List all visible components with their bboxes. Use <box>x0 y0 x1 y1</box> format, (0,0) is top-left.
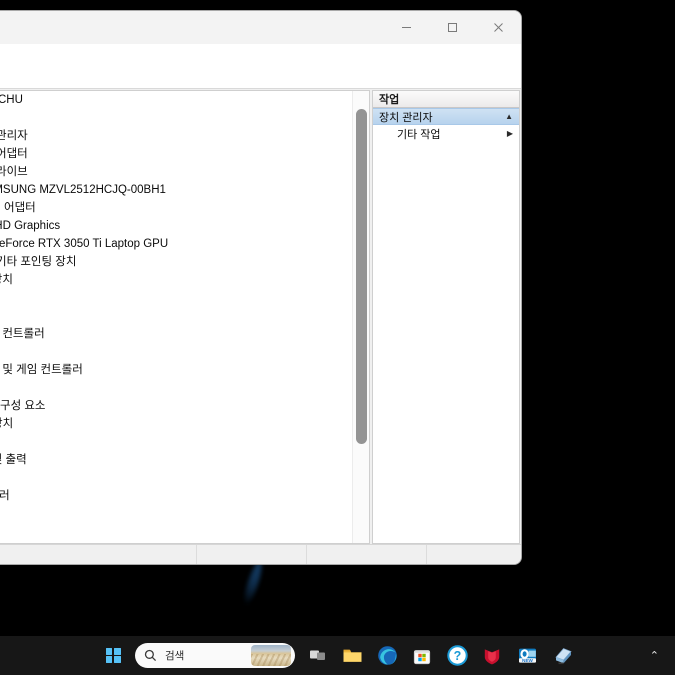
menu-bar[interactable]: 파일(F) 동작(A) 보기(V) 도움말(H) <box>0 44 521 65</box>
tree-scrollbar[interactable] <box>352 91 369 543</box>
show-hidden-icons-chevron[interactable]: ⌃ <box>644 645 665 666</box>
tree-node-label: 기타 포인팅 장치 <box>0 256 77 268</box>
wallpaper-streak <box>241 559 265 607</box>
tree-node-label: 트롤러 <box>0 490 10 502</box>
maximize-button[interactable] <box>429 11 475 44</box>
window-titlebar[interactable]: 장치 관리자 <box>0 11 521 44</box>
status-cell-4 <box>426 545 521 564</box>
tree-node[interactable]: 어댑터 <box>0 199 352 217</box>
tree-node-label: SAMSUNG MZVL2512HCJQ-00BH1 <box>0 184 166 196</box>
svg-text:NEW: NEW <box>522 658 533 663</box>
device-tree[interactable]: CHU 관리자어댑터라이브SAMSUNG MZVL2512HCJQ-00BH1어… <box>0 91 352 543</box>
action-pane[interactable]: 작업 장치 관리자 ▲ 기타 작업 ▶ <box>372 90 520 544</box>
action-item-device-manager[interactable]: 장치 관리자 ▲ <box>373 108 519 125</box>
search-thumbnail[interactable] <box>251 645 291 666</box>
task-view-button[interactable] <box>304 643 330 669</box>
tree-node[interactable]: 트롤러 <box>0 487 352 505</box>
printer-icon <box>554 648 572 665</box>
close-button[interactable] <box>475 11 521 44</box>
tree-node[interactable] <box>0 307 352 325</box>
action-pane-header: 작업 <box>373 91 519 108</box>
window-title: 장치 관리자 <box>0 19 383 36</box>
start-button[interactable] <box>100 643 126 669</box>
tree-node[interactable]: 라이브 <box>0 163 352 181</box>
status-text <box>0 545 196 564</box>
action-item-label-2: 기타 작업 <box>397 128 441 141</box>
help-button[interactable]: ? <box>444 643 470 669</box>
edge-icon <box>377 646 397 665</box>
scanner-button[interactable] <box>549 643 575 669</box>
store-icon <box>413 649 431 664</box>
tree-node[interactable]: UHD Graphics <box>0 217 352 235</box>
tree-node[interactable]: 너 <box>0 433 352 451</box>
tree-node-label: 력 및 출력 <box>0 454 27 466</box>
tree-node[interactable]: 어댑터 <box>0 145 352 163</box>
window-body: CHU 관리자어댑터라이브SAMSUNG MZVL2512HCJQ-00BH1어… <box>0 89 521 544</box>
action-item-label: 장치 관리자 <box>379 111 433 124</box>
chevron-right-icon[interactable]: ▶ <box>507 129 513 138</box>
tree-node-label: 라이브 <box>0 166 28 178</box>
outlook-button[interactable]: NEW <box>514 643 540 669</box>
tree-scrollbar-thumb[interactable] <box>356 109 367 444</box>
tree-gap <box>0 109 352 127</box>
search-icon <box>144 649 158 662</box>
tree-root-label: CHU <box>0 94 23 106</box>
tree-node-list[interactable]: 관리자어댑터라이브SAMSUNG MZVL2512HCJQ-00BH1어댑터UH… <box>0 127 352 505</box>
tree-node-label: 어댑터 <box>0 148 28 160</box>
tree-node[interactable]: 기타 포인팅 장치 <box>0 253 352 271</box>
shield-icon <box>484 648 500 664</box>
device-tree-pane[interactable]: CHU 관리자어댑터라이브SAMSUNG MZVL2512HCJQ-00BH1어… <box>0 90 370 544</box>
chevron-up-icon[interactable]: ▲ <box>505 112 513 121</box>
tree-gap-2 <box>0 505 352 523</box>
tree-node-label: 어댑터 <box>4 202 36 214</box>
outlook-icon: NEW <box>518 648 536 663</box>
tree-node[interactable]: 장치 <box>0 415 352 433</box>
task-view-icon <box>309 650 325 660</box>
status-cell-3 <box>306 545 426 564</box>
taskbar[interactable]: 검색 ? NEW ⌃ <box>0 636 675 675</box>
status-bar <box>0 544 521 564</box>
search-text[interactable]: 검색 <box>158 648 251 663</box>
toolbar[interactable]: ? <box>0 65 521 89</box>
tree-node[interactable]: 장치 <box>0 379 352 397</box>
folder-icon <box>343 649 361 662</box>
tree-node-label: 구성 요소 <box>0 400 46 412</box>
edge-button[interactable] <box>374 643 400 669</box>
search-input[interactable]: 검색 <box>135 643 295 668</box>
tree-node[interactable]: 구성 요소 <box>0 397 352 415</box>
tree-node-label: 관리자 <box>0 130 28 142</box>
tree-node[interactable]: 열 <box>0 469 352 487</box>
tree-node-label: UHD Graphics <box>0 220 61 232</box>
tree-gap-4 <box>0 541 352 543</box>
svg-text:?: ? <box>453 649 461 663</box>
tree-node-label: 장치 <box>0 418 14 430</box>
tree-node-label: 능 장치 <box>0 274 13 286</box>
microsoft-store-button[interactable] <box>409 643 435 669</box>
question-icon: ? <box>446 645 468 666</box>
action-item-more-actions[interactable]: 기타 작업 ▶ <box>373 125 519 142</box>
window-controls <box>383 11 521 44</box>
tree-node[interactable]: SAMSUNG MZVL2512HCJQ-00BH1 <box>0 181 352 199</box>
tree-node-label: 버스 컨트롤러 <box>0 328 45 340</box>
tree-node[interactable] <box>0 289 352 307</box>
minimize-button[interactable] <box>383 11 429 44</box>
device-manager-window[interactable]: 장치 관리자 파일(F) 동작(A) 보기(V) 도움말(H) <box>0 10 522 565</box>
mcafee-button[interactable] <box>479 643 505 669</box>
tree-node[interactable]: 능 장치 <box>0 271 352 289</box>
tree-node[interactable]: 버스 컨트롤러 <box>0 325 352 343</box>
status-cell-2 <box>196 545 306 564</box>
tree-node[interactable]: 디오 및 게임 컨트롤러 <box>0 361 352 379</box>
tree-gap-3 <box>0 523 352 541</box>
windows-logo-icon <box>105 648 121 663</box>
tree-node-label: 디오 및 게임 컨트롤러 <box>0 364 83 376</box>
tree-node-label: GeForce RTX 3050 Ti Laptop GPU <box>0 238 169 250</box>
tree-node[interactable]: GeForce RTX 3050 Ti Laptop GPU <box>0 235 352 253</box>
tree-node[interactable]: 관리자 <box>0 127 352 145</box>
tree-node[interactable] <box>0 343 352 361</box>
file-explorer-button[interactable] <box>339 643 365 669</box>
tree-root-node[interactable]: CHU <box>0 91 352 109</box>
tree-node[interactable]: 력 및 출력 <box>0 451 352 469</box>
system-tray[interactable]: ⌃ <box>644 636 665 675</box>
